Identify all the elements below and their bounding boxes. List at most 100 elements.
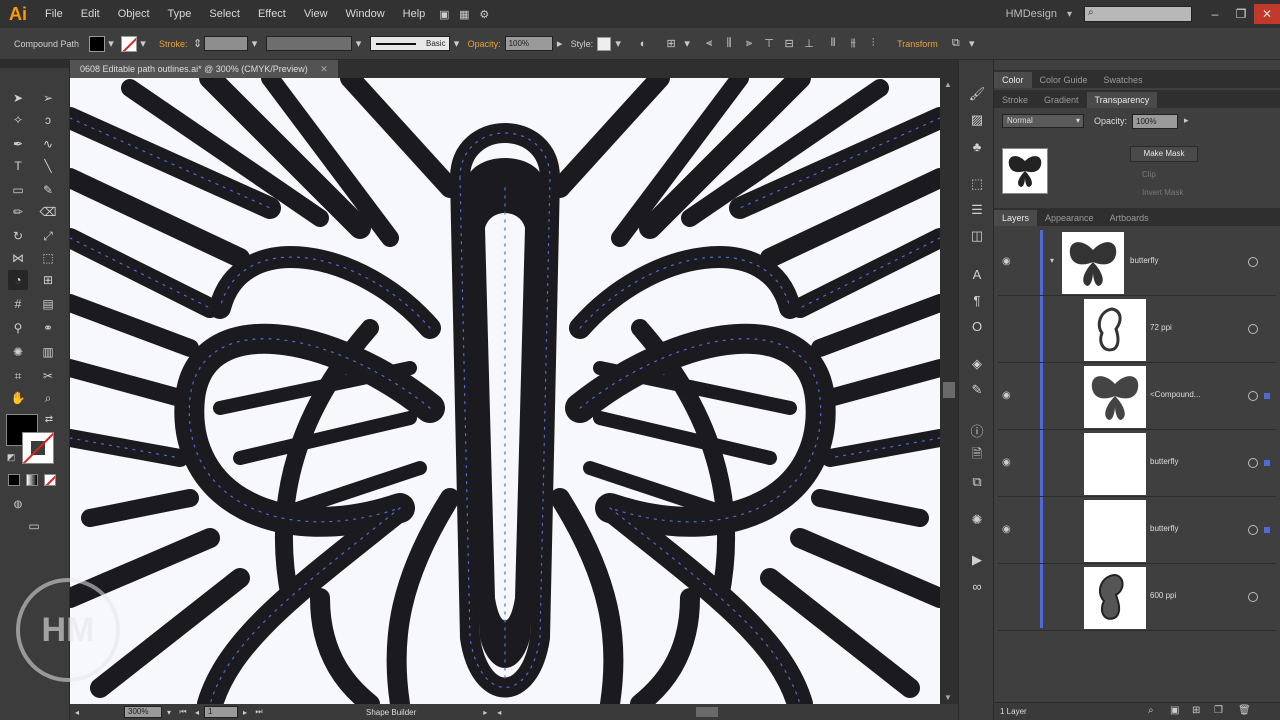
clip-checkbox[interactable]: Clip [1142, 170, 1156, 179]
eraser-tool-icon[interactable]: ⌫ [38, 202, 58, 222]
drawing-modes-icon[interactable]: ◍ [8, 494, 28, 514]
selection-indicator[interactable] [1264, 527, 1270, 533]
shape-builder-tool-icon[interactable]: ◔ [8, 270, 28, 290]
layer-row[interactable]: 72 ppi [998, 297, 1276, 363]
tab-layers[interactable]: Layers [994, 210, 1038, 226]
color-mode-icon[interactable] [8, 474, 20, 486]
delete-layer-icon[interactable]: 🗑 [1238, 705, 1251, 716]
tab-gradient[interactable]: Gradient [1036, 92, 1087, 108]
scale-tool-icon[interactable]: ⤢ [38, 226, 58, 246]
menu-type[interactable]: Type [159, 0, 201, 28]
new-sublayer-icon[interactable]: ⊞ [1192, 705, 1200, 716]
layer-name[interactable]: butterfly [1150, 457, 1178, 466]
opacity-field[interactable]: 100% [504, 36, 553, 51]
align-right-icon[interactable]: ⫸ [741, 36, 757, 52]
lasso-tool-icon[interactable]: ↄ [38, 110, 58, 130]
stepper-icon[interactable]: ⇕ [193, 36, 202, 52]
last-artboard-icon[interactable]: ⏭ [254, 704, 264, 720]
graphic-styles-icon[interactable]: ◈ [967, 354, 987, 374]
image-trace-icon[interactable]: ▨ [967, 110, 987, 130]
pen-tool-icon[interactable]: ✒ [8, 134, 28, 154]
target-icon[interactable] [1248, 525, 1258, 535]
default-colors-icon[interactable]: ◩ [4, 450, 18, 464]
menu-window[interactable]: Window [337, 0, 394, 28]
hand-tool-icon[interactable]: ✋ [8, 388, 28, 408]
make-mask-button[interactable]: Make Mask [1130, 146, 1198, 162]
line-segment-tool-icon[interactable]: ╲ [38, 156, 58, 176]
locate-object-icon[interactable]: ⌕ [1148, 705, 1154, 716]
blend-tool-icon[interactable]: ⚭ [38, 318, 58, 338]
selection-tool-icon[interactable]: ➤ [8, 88, 28, 108]
layer-name[interactable]: butterfly [1130, 256, 1158, 265]
variable-width-field[interactable] [265, 36, 352, 51]
swap-colors-icon[interactable]: ⇄ [42, 412, 56, 426]
layer-name[interactable]: <Compound... [1150, 390, 1200, 399]
align-center-icon[interactable]: ⫼ [721, 36, 737, 52]
workspace-switcher[interactable]: HMDesign [1006, 8, 1057, 20]
transform-link[interactable]: Transform [897, 39, 938, 49]
selection-indicator[interactable] [1264, 393, 1270, 399]
layer-row[interactable]: ◉ <Compound... [998, 364, 1276, 430]
stroke-weight-field[interactable] [203, 36, 248, 51]
stroke-swatch[interactable] [121, 35, 138, 52]
info-icon[interactable]: ⓘ [967, 420, 987, 440]
chevron-right-icon[interactable]: ▸ [1184, 115, 1189, 126]
align-left-icon[interactable]: ⫷ [701, 36, 717, 52]
chevron-down-icon[interactable]: ▾ [1067, 9, 1072, 20]
tab-appearance[interactable]: Appearance [1037, 210, 1102, 226]
appearance-icon[interactable]: ✺ [967, 510, 987, 530]
artboard-tool-icon[interactable]: ⌗ [8, 366, 28, 386]
target-icon[interactable] [1248, 458, 1258, 468]
distribute-center-icon[interactable]: ⫵ [845, 36, 861, 52]
direct-selection-tool-icon[interactable]: ➢ [38, 88, 58, 108]
stroke-label[interactable]: Stroke: [159, 39, 188, 49]
scroll-thumb[interactable] [943, 382, 955, 398]
rotate-tool-icon[interactable]: ↻ [8, 226, 28, 246]
none-mode-icon[interactable] [44, 474, 56, 486]
opentype-icon[interactable]: O [967, 316, 987, 336]
layer-name[interactable]: 72 ppi [1150, 323, 1172, 332]
vertical-scrollbar[interactable]: ▲ ▼ [940, 78, 958, 704]
tab-transparency[interactable]: Transparency [1086, 92, 1158, 108]
paintbrush-tool-icon[interactable]: ✎ [38, 180, 58, 200]
distribute-left-icon[interactable]: ⫴ [825, 36, 841, 52]
navigator-icon[interactable]: ⧉ [967, 472, 987, 492]
bridge-icon[interactable]: ▣ [436, 6, 452, 22]
chevron-down-icon[interactable]: ▾ [683, 36, 691, 52]
target-icon[interactable] [1248, 324, 1258, 334]
arrange-documents-icon[interactable]: ▦ [456, 6, 472, 22]
pencil-tool-icon[interactable]: ✏ [8, 202, 28, 222]
menu-edit[interactable]: Edit [72, 0, 109, 28]
gradient-tool-icon[interactable]: ▤ [38, 294, 58, 314]
artboard-canvas[interactable] [70, 78, 940, 704]
curvature-tool-icon[interactable]: ∿ [38, 134, 58, 154]
magic-wand-tool-icon[interactable]: ✧ [8, 110, 28, 130]
new-layer-icon[interactable]: ❐ [1214, 705, 1223, 716]
scroll-left-icon[interactable]: ◂ [494, 704, 504, 720]
chevron-down-icon[interactable]: ▾ [613, 36, 623, 52]
minimize-button[interactable]: – [1202, 4, 1228, 24]
eyedropper-tool-icon[interactable]: ⚲ [8, 318, 28, 338]
column-graph-tool-icon[interactable]: ▥ [38, 342, 58, 362]
butterfly-artwork[interactable] [70, 78, 940, 704]
character-icon[interactable]: A [967, 264, 987, 284]
brush-definition-field[interactable]: Basic [369, 36, 450, 51]
tab-swatches[interactable]: Swatches [1096, 72, 1151, 88]
tab-color[interactable]: Color [994, 72, 1032, 88]
close-icon[interactable]: ✕ [320, 64, 328, 74]
graphic-style-swatch[interactable] [597, 36, 612, 51]
document-tab[interactable]: 0608 Editable path outlines.ai* @ 300% (… [70, 60, 338, 78]
layer-row[interactable]: ◉ butterfly [998, 498, 1276, 564]
chevron-right-icon[interactable]: ▸ [555, 36, 565, 52]
type-tool-icon[interactable]: T [8, 156, 28, 176]
chevron-down-icon[interactable]: ▾ [452, 36, 462, 52]
eye-icon[interactable]: ◉ [1002, 524, 1016, 535]
next-artboard-icon[interactable]: ▸ [240, 704, 250, 720]
chevron-down-icon[interactable]: ▾ [250, 36, 260, 52]
scroll-down-icon[interactable]: ▼ [944, 693, 952, 702]
perspective-grid-tool-icon[interactable]: ⊞ [38, 270, 58, 290]
layer-row[interactable]: 600 ppi [998, 565, 1276, 631]
tab-artboards[interactable]: Artboards [1102, 210, 1157, 226]
slice-tool-icon[interactable]: ✂ [38, 366, 58, 386]
eye-icon[interactable]: ◉ [1002, 457, 1016, 468]
